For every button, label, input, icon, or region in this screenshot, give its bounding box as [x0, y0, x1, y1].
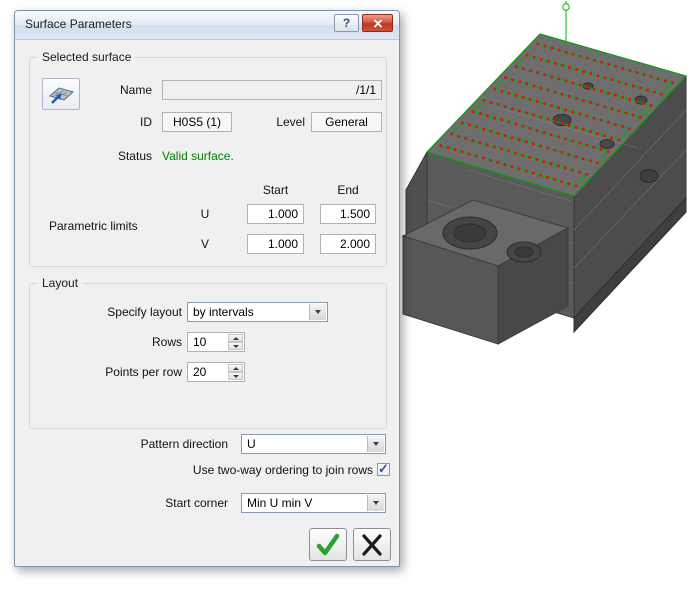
checkmark-icon	[316, 533, 340, 555]
rows-label: Rows	[151, 335, 182, 349]
start-corner-value: Min U min V	[247, 496, 313, 510]
v-end-field[interactable]: 2.000	[320, 234, 376, 254]
level-field[interactable]: General	[311, 112, 382, 132]
model-3d-render	[401, 1, 687, 345]
cancel-button[interactable]	[353, 528, 391, 561]
v-label: V	[200, 237, 209, 251]
specify-layout-label: Specify layout	[107, 305, 182, 319]
points-down-icon[interactable]	[228, 372, 243, 380]
help-icon: ?	[342, 16, 351, 30]
specify-layout-value: by intervals	[193, 305, 254, 319]
cross-icon	[362, 533, 382, 556]
rows-up-icon[interactable]	[228, 334, 243, 342]
dialog-title: Surface Parameters	[25, 17, 132, 31]
level-label: Level	[276, 115, 305, 129]
u-label: U	[200, 207, 210, 221]
points-per-row-stepper[interactable]: 20	[187, 362, 245, 382]
points-per-row-label: Points per row	[105, 365, 182, 379]
u-end-field[interactable]: 1.500	[320, 204, 376, 224]
end-header: End	[337, 183, 359, 197]
rows-value: 10	[193, 335, 207, 349]
parametric-limits-label: Parametric limits	[49, 219, 138, 233]
selected-surface-group-label: Selected surface	[38, 50, 136, 64]
ok-button[interactable]	[309, 528, 347, 561]
pattern-direction-label: Pattern direction	[140, 437, 228, 451]
status-label: Status	[117, 149, 152, 163]
name-field[interactable]: /1/1	[162, 80, 382, 100]
specify-layout-select[interactable]: by intervals	[187, 302, 328, 322]
id-label: ID	[140, 115, 152, 129]
chevron-down-icon	[367, 436, 384, 452]
id-field[interactable]: H0S5 (1)	[162, 112, 232, 132]
start-header: Start	[262, 183, 289, 197]
status-value: Valid surface.	[162, 149, 234, 163]
datum-pin-icon	[562, 1, 570, 44]
two-way-checkbox[interactable]: ✓	[377, 461, 390, 476]
start-corner-select[interactable]: Min U min V	[241, 493, 386, 513]
name-label: Name	[119, 83, 152, 97]
start-corner-label: Start corner	[165, 496, 228, 510]
model-viewport[interactable]	[398, 0, 690, 360]
layout-group-label: Layout	[38, 276, 83, 290]
v-start-field[interactable]: 1.000	[247, 234, 304, 254]
application-window: Surface Parameters ? Selected surface Na…	[0, 0, 690, 600]
help-button[interactable]: ?	[334, 14, 359, 32]
two-way-label: Use two-way ordering to join rows	[192, 463, 373, 477]
close-button[interactable]	[362, 14, 393, 32]
points-per-row-value: 20	[193, 365, 207, 379]
pattern-direction-select[interactable]: U	[241, 434, 386, 454]
layout-group: Layout Specify layout by intervals Rows …	[29, 276, 387, 429]
selected-surface-group: Selected surface Name /1/1 ID H0S5 (1) L…	[29, 50, 387, 267]
chevron-down-icon	[367, 495, 384, 511]
pattern-direction-value: U	[247, 437, 256, 451]
surface-parameters-dialog: Surface Parameters ? Selected surface Na…	[14, 10, 400, 567]
rows-stepper[interactable]: 10	[187, 332, 245, 352]
u-start-field[interactable]: 1.000	[247, 204, 304, 224]
rows-down-icon[interactable]	[228, 342, 243, 350]
points-up-icon[interactable]	[228, 364, 243, 372]
model-body	[401, 33, 687, 345]
dialog-titlebar[interactable]: Surface Parameters ?	[15, 11, 399, 40]
chevron-down-icon	[309, 304, 326, 320]
two-way-checkbox-glyph: ✓	[378, 461, 389, 476]
close-icon	[373, 18, 382, 28]
